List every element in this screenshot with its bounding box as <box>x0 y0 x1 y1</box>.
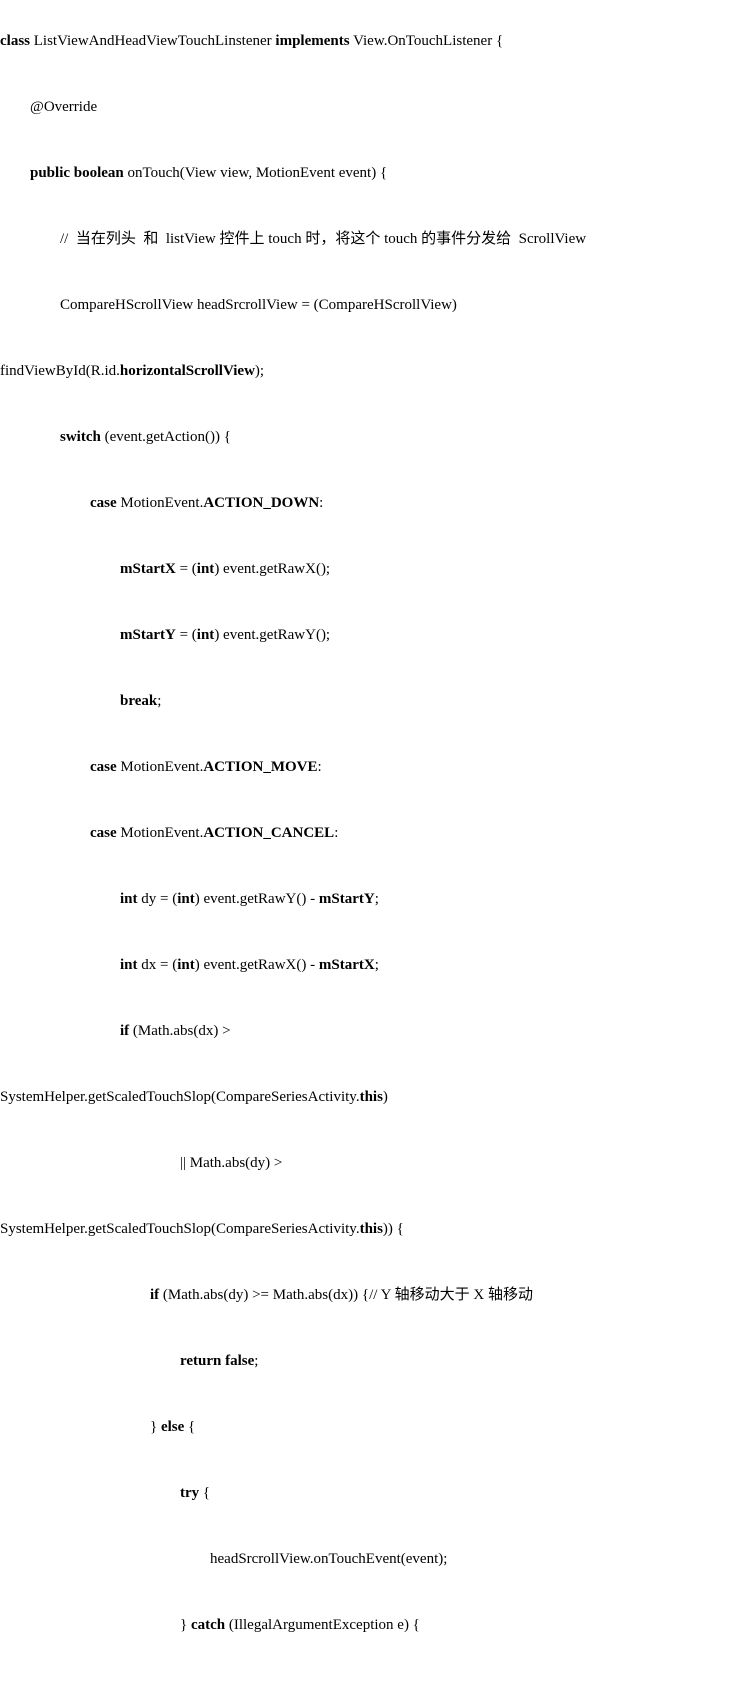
code-line: int dy = (int) event.getRawY() - mStartY… <box>0 889 739 910</box>
code-line: if (Math.abs(dy) >= Math.abs(dx)) {// Y … <box>0 1285 739 1306</box>
code-line: case MotionEvent.ACTION_DOWN: <box>0 493 739 514</box>
code-line: public boolean onTouch(View view, Motion… <box>0 163 739 184</box>
code-line: return false; <box>0 1351 739 1372</box>
code-line: } catch (IllegalArgumentException e) { <box>0 1615 739 1636</box>
code-line: CompareHScrollView headSrcrollView = (Co… <box>0 295 739 316</box>
code-line: case MotionEvent.ACTION_MOVE: <box>0 757 739 778</box>
code-line: case MotionEvent.ACTION_CANCEL: <box>0 823 739 844</box>
code-line: mStartX = (int) event.getRawX(); <box>0 559 739 580</box>
code-line: // 当在列头 和 listView 控件上 touch 时，将这个 touch… <box>0 229 739 250</box>
code-line: switch (event.getAction()) { <box>0 427 739 448</box>
code-line: if (Math.abs(dx) > <box>0 1021 739 1042</box>
code-line: int dx = (int) event.getRawX() - mStartX… <box>0 955 739 976</box>
code-document: class ListViewAndHeadViewTouchLinstener … <box>0 10 739 1681</box>
code-line: findViewById(R.id.horizontalScrollView); <box>0 361 739 382</box>
code-line: break; <box>0 691 739 712</box>
code-line: class ListViewAndHeadViewTouchLinstener … <box>0 31 739 52</box>
code-line: } else { <box>0 1417 739 1438</box>
code-line: mStartY = (int) event.getRawY(); <box>0 625 739 646</box>
code-line: SystemHelper.getScaledTouchSlop(CompareS… <box>0 1087 739 1108</box>
code-line: try { <box>0 1483 739 1504</box>
code-line: || Math.abs(dy) > <box>0 1153 739 1174</box>
code-line: SystemHelper.getScaledTouchSlop(CompareS… <box>0 1219 739 1240</box>
code-line: headSrcrollView.onTouchEvent(event); <box>0 1549 739 1570</box>
code-line: @Override <box>0 97 739 118</box>
